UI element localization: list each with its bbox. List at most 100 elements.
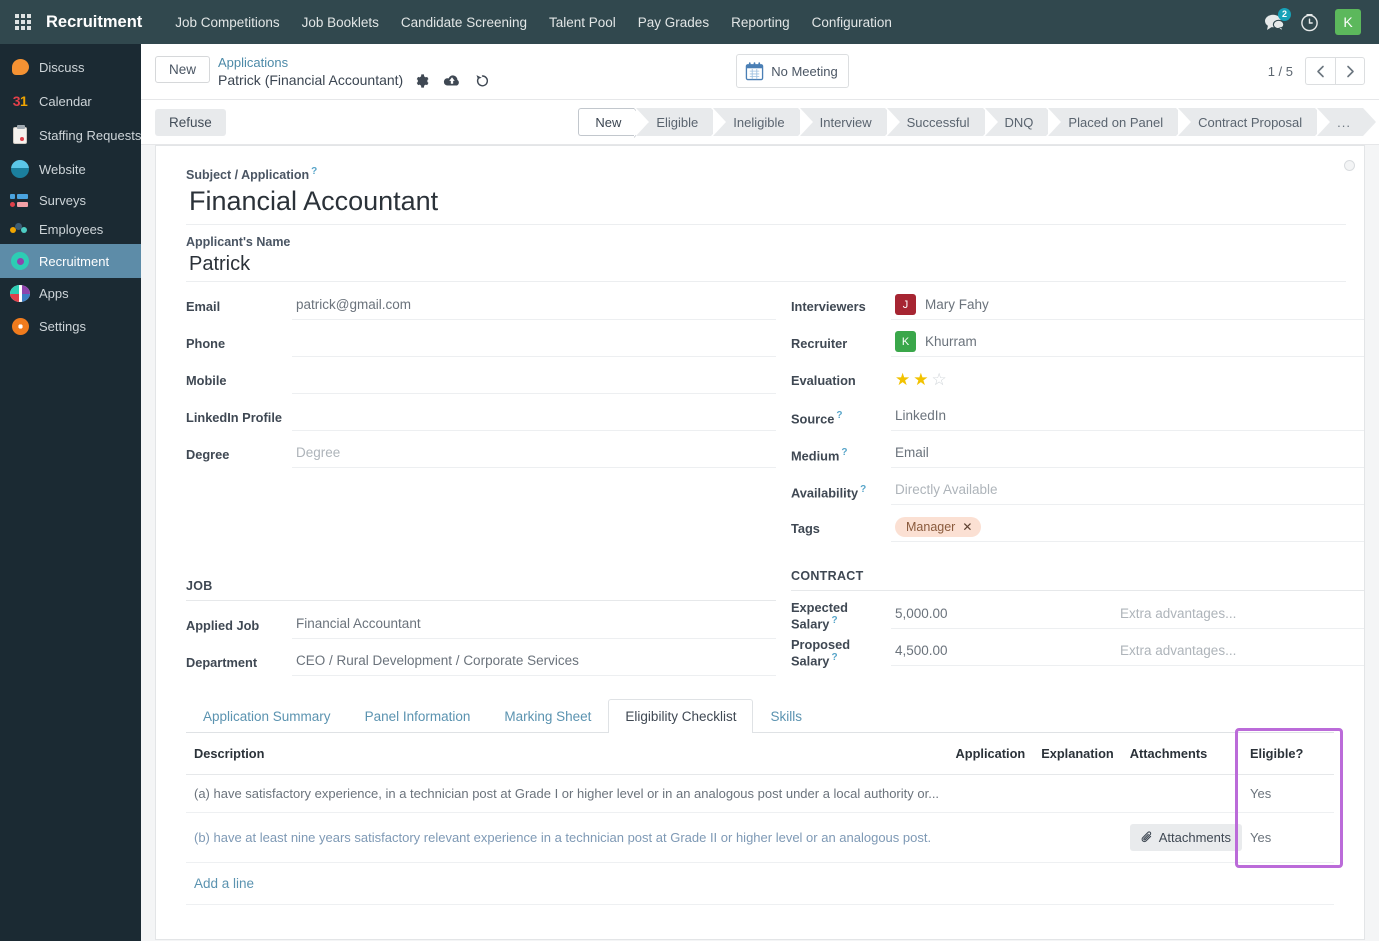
stage-more-button[interactable]: ...: [1317, 108, 1376, 136]
cloud-upload-icon[interactable]: [443, 74, 461, 88]
help-icon[interactable]: ?: [841, 447, 847, 458]
proposed-salary-input[interactable]: 4,500.00: [891, 639, 1116, 667]
pager-next-button[interactable]: [1335, 57, 1365, 85]
tab-application-summary[interactable]: Application Summary: [186, 699, 348, 733]
sidebar-label-surveys: Surveys: [39, 193, 86, 208]
row-application[interactable]: [947, 774, 1034, 814]
help-icon[interactable]: ?: [831, 615, 837, 626]
evaluation-stars[interactable]: ★ ★ ☆: [891, 367, 1364, 394]
tags-input[interactable]: Manager ✕: [891, 515, 1364, 543]
app-brand-title[interactable]: Recruitment: [46, 13, 142, 32]
mobile-input[interactable]: [292, 367, 776, 395]
menu-item-configuration[interactable]: Configuration: [801, 9, 903, 36]
subject-application-input[interactable]: Financial Accountant: [186, 182, 1346, 226]
phone-input[interactable]: [292, 330, 776, 358]
help-icon[interactable]: ?: [836, 410, 842, 421]
linkedin-profile-input[interactable]: [292, 404, 776, 432]
row-explanation[interactable]: [1033, 774, 1122, 814]
star-2-filled[interactable]: ★: [913, 371, 928, 388]
new-button[interactable]: New: [155, 56, 211, 83]
menu-item-talent-pool[interactable]: Talent Pool: [538, 9, 627, 36]
row-description[interactable]: (a) have satisfactory experience, in a t…: [186, 774, 948, 814]
sidebar-item-employees[interactable]: Employees: [0, 215, 141, 244]
menu-item-job-booklets[interactable]: Job Booklets: [291, 9, 390, 36]
interviewers-input[interactable]: J Mary Fahy: [891, 293, 1364, 321]
stage-eligible[interactable]: Eligible: [636, 108, 725, 136]
help-icon[interactable]: ?: [311, 166, 317, 177]
tag-chip-manager[interactable]: Manager ✕: [895, 516, 982, 537]
email-input[interactable]: patrick@gmail.com: [292, 293, 776, 321]
breadcrumb-parent-applications[interactable]: Applications: [218, 54, 490, 71]
messages-button[interactable]: 2: [1265, 7, 1291, 31]
column-header-description[interactable]: Description: [186, 733, 948, 776]
stage-label: Eligible: [656, 114, 699, 130]
table-row[interactable]: (b) have at least nine years satisfactor…: [186, 812, 1334, 864]
refuse-button[interactable]: Refuse: [155, 108, 226, 136]
sidebar-item-calendar[interactable]: 31 Calendar: [0, 84, 141, 118]
activities-button[interactable]: [1300, 13, 1319, 32]
stage-ineligible[interactable]: Ineligible: [713, 108, 811, 136]
close-icon[interactable]: ✕: [962, 520, 972, 534]
column-header-explanation[interactable]: Explanation: [1033, 733, 1122, 776]
applied-job-input[interactable]: Financial Accountant: [292, 612, 776, 640]
row-eligible[interactable]: Yes: [1242, 812, 1334, 864]
gear-icon[interactable]: [415, 73, 429, 88]
applicant-name-input[interactable]: Patrick: [186, 249, 1346, 283]
stage-successful[interactable]: Successful: [886, 108, 996, 136]
availability-placeholder: Directly Available: [895, 482, 998, 498]
stage-placed-on-panel[interactable]: Placed on Panel: [1048, 108, 1189, 136]
stage-contract-proposal[interactable]: Contract Proposal: [1178, 108, 1329, 136]
column-header-attachments[interactable]: Attachments: [1121, 733, 1242, 776]
column-header-application[interactable]: Application: [947, 733, 1034, 776]
stage-interview[interactable]: Interview: [799, 108, 898, 136]
row-description[interactable]: (b) have at least nine years satisfactor…: [186, 812, 948, 864]
row-attachments[interactable]: Attachments: [1121, 812, 1242, 864]
table-row[interactable]: (a) have satisfactory experience, in a t…: [186, 774, 1334, 814]
sidebar-item-discuss[interactable]: Discuss: [0, 50, 141, 84]
tab-eligibility-checklist[interactable]: Eligibility Checklist: [608, 699, 754, 734]
apps-grid-button[interactable]: [0, 0, 46, 44]
medium-input[interactable]: Email: [891, 441, 1364, 469]
degree-input[interactable]: Degree: [292, 441, 776, 469]
expected-salary-extra-input[interactable]: Extra advantages...: [1116, 602, 1364, 630]
recruiter-input[interactable]: K Khurram: [891, 330, 1364, 358]
availability-input[interactable]: Directly Available: [891, 478, 1364, 506]
row-application[interactable]: [947, 812, 1034, 864]
column-header-eligible[interactable]: Eligible?: [1242, 733, 1334, 776]
tab-skills[interactable]: Skills: [753, 699, 819, 733]
kanban-state-indicator[interactable]: [1344, 160, 1355, 171]
sidebar-item-apps[interactable]: Apps: [0, 278, 141, 309]
department-input[interactable]: CEO / Rural Development / Corporate Serv…: [292, 649, 776, 677]
stage-dnq[interactable]: DNQ: [984, 108, 1060, 136]
star-1-filled[interactable]: ★: [895, 371, 910, 388]
menu-item-candidate-screening[interactable]: Candidate Screening: [390, 9, 538, 36]
sidebar-item-staffing-requests[interactable]: Staffing Requests: [0, 118, 141, 152]
help-icon[interactable]: ?: [860, 484, 866, 495]
pager-previous-button[interactable]: [1305, 57, 1335, 85]
menu-item-reporting[interactable]: Reporting: [720, 9, 801, 36]
stage-new[interactable]: New: [578, 108, 649, 138]
star-3-empty[interactable]: ☆: [932, 371, 947, 388]
source-input[interactable]: LinkedIn: [891, 404, 1364, 432]
tab-marking-sheet[interactable]: Marking Sheet: [487, 699, 608, 733]
row-attachments[interactable]: [1121, 774, 1242, 814]
menu-item-job-competitions[interactable]: Job Competitions: [164, 9, 290, 36]
tab-panel-information[interactable]: Panel Information: [348, 699, 488, 733]
sidebar-item-settings[interactable]: Settings: [0, 309, 141, 343]
sidebar-item-surveys[interactable]: Surveys: [0, 186, 141, 215]
discard-undo-icon[interactable]: [475, 73, 490, 88]
row-eligible[interactable]: Yes: [1242, 774, 1334, 814]
sidebar-item-website[interactable]: Website: [0, 152, 141, 186]
expected-salary-input[interactable]: 5,000.00: [891, 602, 1116, 630]
app-sidebar: Discuss 31 Calendar Staffing Requests We…: [0, 44, 141, 941]
help-icon[interactable]: ?: [831, 652, 837, 663]
user-avatar[interactable]: K: [1335, 9, 1361, 35]
menu-item-pay-grades[interactable]: Pay Grades: [627, 9, 720, 36]
proposed-salary-extra-input[interactable]: Extra advantages...: [1116, 639, 1364, 667]
attachments-button[interactable]: Attachments: [1129, 824, 1242, 852]
add-a-line-button[interactable]: Add a line: [186, 863, 262, 904]
row-explanation[interactable]: [1033, 812, 1122, 864]
sidebar-item-recruitment[interactable]: Recruitment: [0, 244, 141, 278]
no-meeting-button[interactable]: No Meeting: [736, 54, 849, 88]
interviewers-label: Interviewers: [791, 299, 866, 315]
